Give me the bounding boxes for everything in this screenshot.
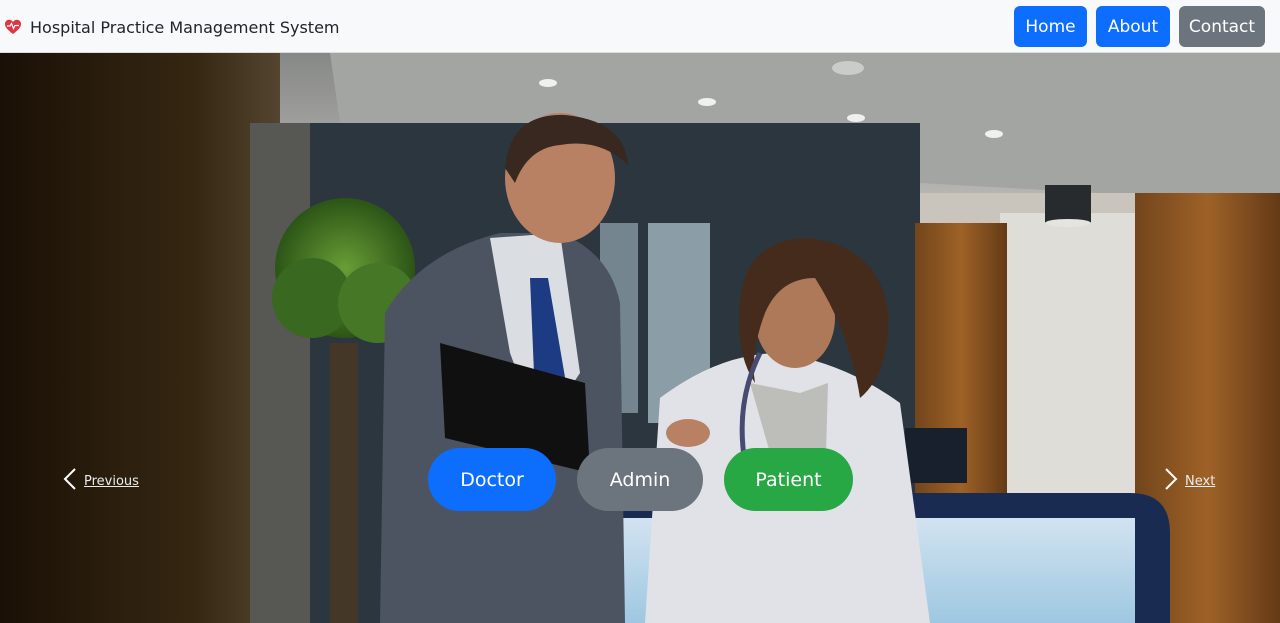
contact-button[interactable]: Contact — [1179, 6, 1265, 47]
about-button[interactable]: About — [1096, 6, 1170, 47]
carousel-next[interactable]: Next — [1163, 467, 1215, 495]
admin-button[interactable]: Admin — [577, 448, 703, 511]
chevron-right-icon — [1163, 468, 1179, 493]
home-button[interactable]: Home — [1014, 6, 1087, 47]
app-title: Hospital Practice Management System — [30, 17, 340, 37]
doctor-button[interactable]: Doctor — [428, 448, 556, 511]
hero-image — [0, 53, 1280, 623]
hero-carousel: Previous Next Doctor Admin Patient — [0, 53, 1280, 623]
chevron-left-icon — [62, 468, 78, 493]
carousel-previous[interactable]: Previous — [62, 467, 139, 495]
previous-label: Previous — [84, 473, 139, 489]
navbar: Hospital Practice Management System Home… — [0, 0, 1280, 53]
brand[interactable]: Hospital Practice Management System — [4, 16, 340, 38]
next-label: Next — [1185, 473, 1216, 489]
heart-pulse-icon — [4, 18, 22, 36]
patient-button[interactable]: Patient — [724, 448, 853, 511]
